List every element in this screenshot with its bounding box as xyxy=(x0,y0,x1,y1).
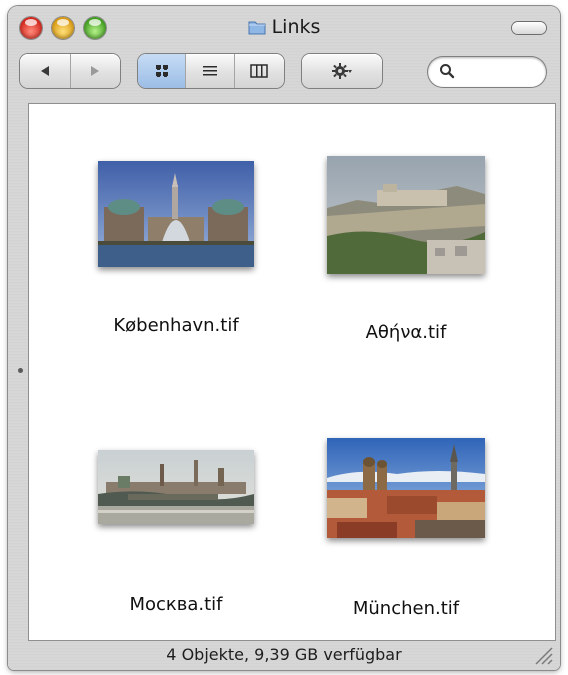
file-item[interactable]: Αθήνα.tif xyxy=(316,156,496,343)
list-view-button[interactable] xyxy=(186,54,235,88)
file-item[interactable]: München.tif xyxy=(316,438,496,619)
copenhagen-photo xyxy=(98,161,254,267)
moscow-photo xyxy=(98,450,254,524)
toolbar xyxy=(8,50,560,102)
file-browser: København.tif Αθήνα.tif Москва.tif Münch… xyxy=(29,104,555,640)
window-title: Links xyxy=(8,16,560,38)
file-name: København.tif xyxy=(113,315,239,336)
forward-button[interactable] xyxy=(71,54,121,88)
search-field[interactable] xyxy=(428,57,546,87)
file-name: Αθήνα.tif xyxy=(365,322,447,343)
view-switcher xyxy=(138,54,284,88)
resize-grip-icon[interactable] xyxy=(532,644,554,666)
file-name: Москва.tif xyxy=(129,594,223,615)
status-bar: 4 Objekte, 9,39 GB verfügbar xyxy=(166,645,402,664)
file-item[interactable]: Москва.tif xyxy=(86,450,266,615)
munich-photo xyxy=(327,438,485,538)
title-bar[interactable]: Links xyxy=(8,6,560,50)
forward-arrow-icon xyxy=(91,66,100,76)
list-view-icon xyxy=(203,66,218,76)
search-input[interactable] xyxy=(462,62,538,82)
file-item[interactable]: København.tif xyxy=(86,161,266,336)
back-forward-control xyxy=(20,54,120,88)
drawer-handle[interactable] xyxy=(18,368,23,373)
athens-photo xyxy=(327,156,485,274)
icon-view-icon xyxy=(155,65,168,77)
folder-icon xyxy=(248,21,266,35)
column-view-icon xyxy=(250,64,269,78)
icon-view-button[interactable] xyxy=(138,54,187,88)
action-button[interactable] xyxy=(302,54,382,88)
search-icon xyxy=(440,64,455,79)
column-view-button[interactable] xyxy=(235,54,284,88)
finder-window: Links København.tif Αθήνα.tif Москва.tif… xyxy=(8,6,560,670)
back-arrow-icon xyxy=(40,66,49,76)
window-title-text: Links xyxy=(271,16,321,38)
back-button[interactable] xyxy=(20,54,71,88)
file-name: München.tif xyxy=(352,598,460,619)
gear-icon xyxy=(332,63,352,79)
action-menu xyxy=(302,54,382,88)
toolbar-toggle-button[interactable] xyxy=(512,22,546,34)
